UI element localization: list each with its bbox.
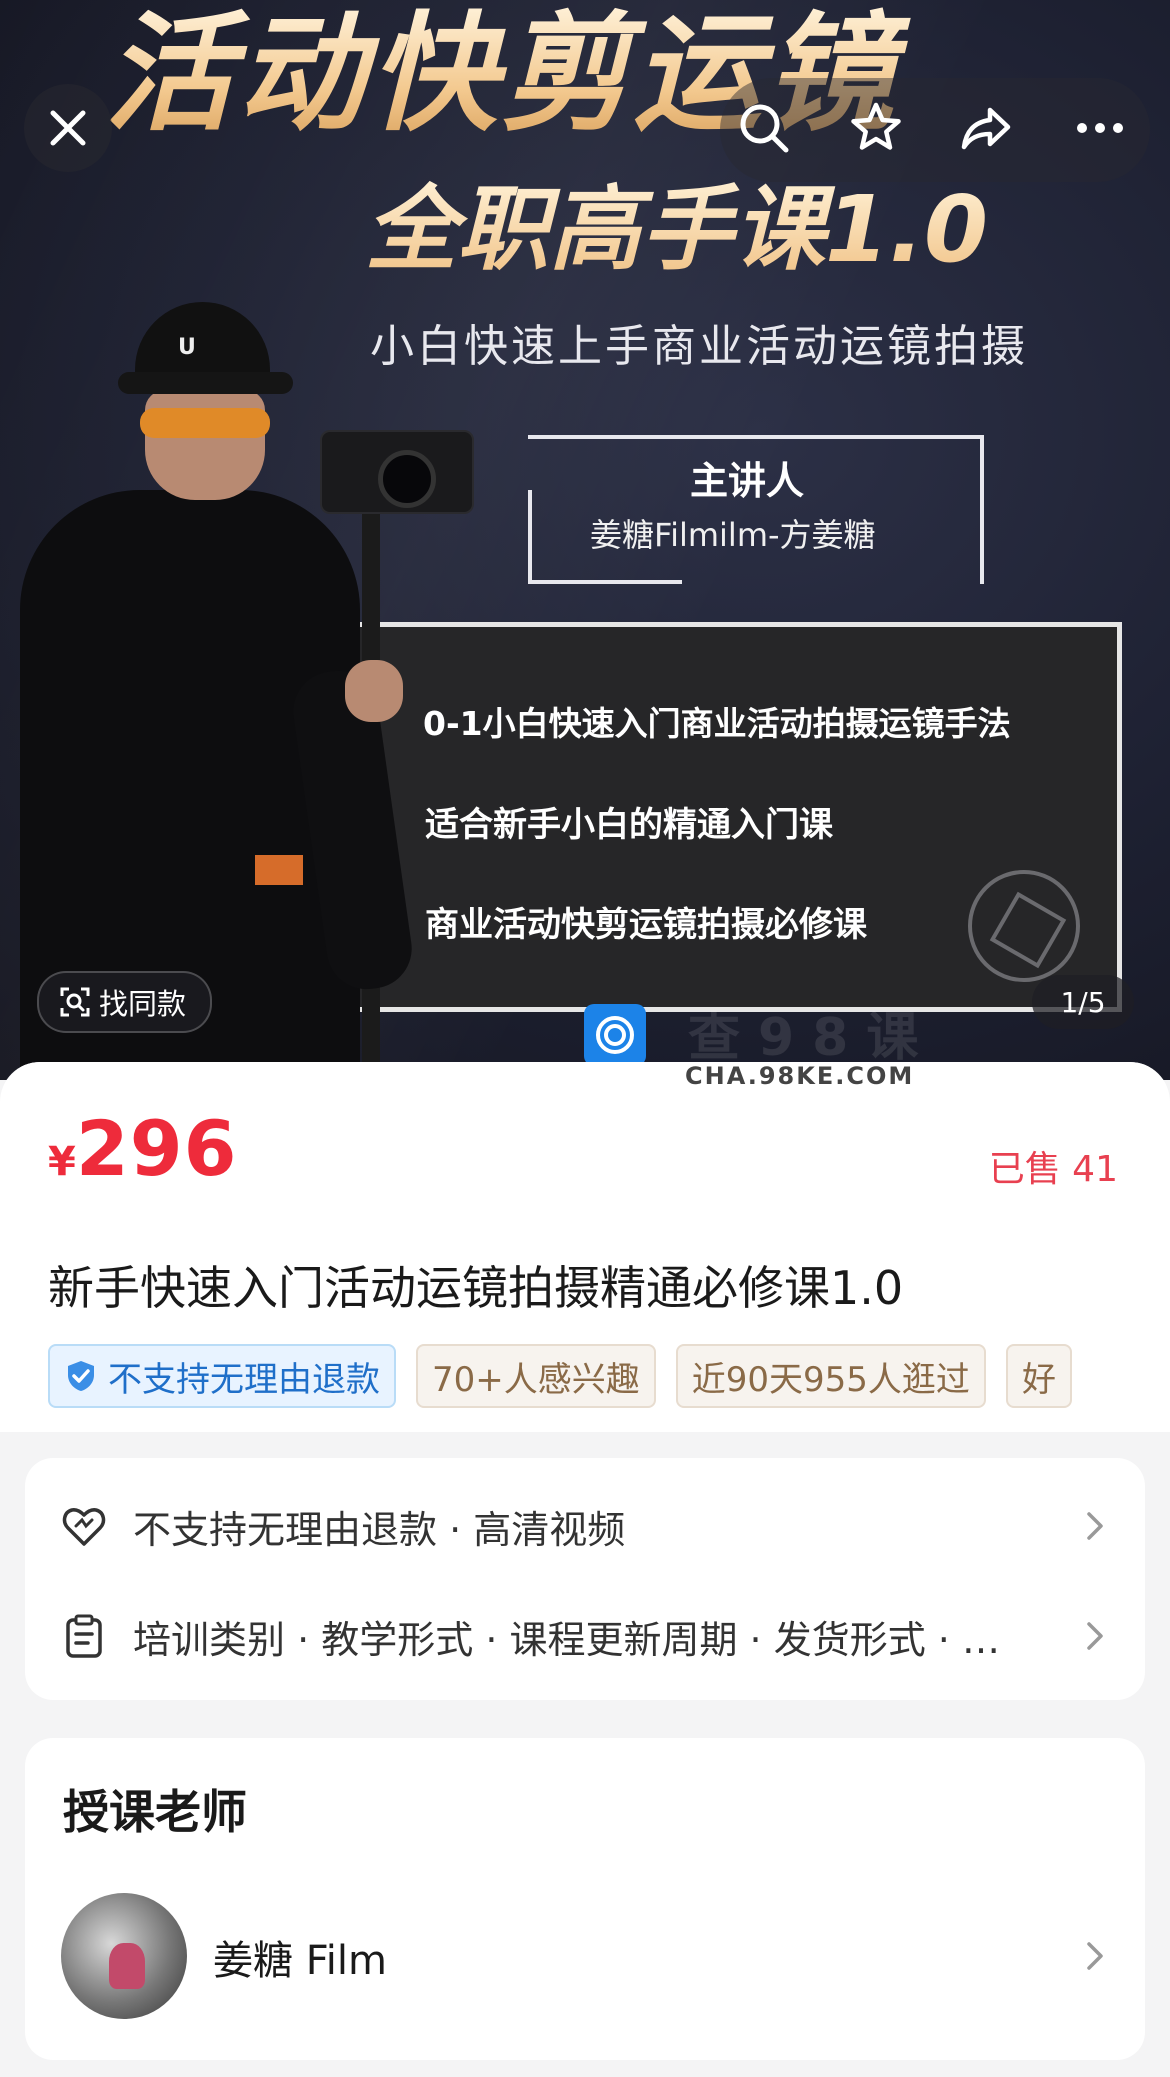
speaker-label: 主讲人	[690, 459, 805, 503]
share-icon[interactable]	[958, 100, 1014, 156]
price-value: 296	[75, 1104, 238, 1193]
tag-label: 不支持无理由退款	[108, 1359, 380, 1400]
shield-check-icon	[68, 1361, 94, 1391]
scan-icon	[60, 987, 90, 1017]
presenter-face	[145, 390, 265, 500]
camera-lens	[378, 450, 436, 508]
product-image-carousel[interactable]: 活动快剪运镜 全职高手课1.0 小白快速上手商业活动运镜拍摄 主讲人 姜糖Fil…	[0, 0, 1170, 1080]
find-similar-button[interactable]: 找同款	[37, 971, 213, 1033]
info-row-text: 培训类别 · 教学形式 · 课程更新周期 · 发货形式 · …	[133, 1617, 1000, 1662]
presenter-cap-brim	[118, 372, 293, 394]
tag-label: 好	[1021, 1359, 1056, 1400]
shirt-badge	[255, 855, 303, 885]
tag-row: 不支持无理由退款 70+人感兴趣 近90天955人逛过 好	[48, 1344, 1122, 1410]
heart-shield-icon	[62, 1508, 106, 1546]
chevron-right-icon	[1087, 1622, 1103, 1650]
info-row-text: 不支持无理由退款 · 高清视频	[133, 1507, 626, 1552]
teacher-name[interactable]: 姜糖 Film	[213, 1928, 387, 1986]
search-icon[interactable]	[736, 100, 792, 156]
close-button[interactable]	[24, 84, 112, 172]
poster-tagline: 小白快速上手商业活动运镜拍摄	[370, 321, 1028, 372]
cap-logo: U	[178, 335, 196, 360]
teacher-card: 授课老师 姜糖 Film	[25, 1738, 1145, 2060]
course-point: 适合新手小白的精通入门课	[425, 805, 833, 845]
course-point: 商业活动快剪运镜拍摄必修课	[425, 905, 867, 945]
clipboard-icon	[66, 1614, 102, 1658]
speaker-name: 姜糖Filmilm-方姜糖	[590, 516, 876, 554]
tag-interest: 70+人感兴趣	[416, 1344, 656, 1408]
chevron-right-icon	[1087, 1512, 1103, 1540]
presenter-glasses	[140, 408, 270, 438]
sold-count: 已售 41	[988, 1149, 1118, 1190]
star-icon[interactable]	[848, 100, 904, 156]
tag-more: 好	[1005, 1344, 1072, 1408]
watermark-cn: 查98课	[688, 1008, 937, 1068]
info-row-guarantee[interactable]: 不支持无理由退款 · 高清视频	[25, 1476, 1145, 1576]
find-similar-label: 找同款	[99, 987, 187, 1021]
teacher-avatar[interactable]	[61, 1893, 187, 2019]
price: ¥296	[48, 1104, 238, 1193]
info-card: 不支持无理由退款 · 高清视频 培训类别 · 教学形式 · 课程更新周期 · 发…	[25, 1458, 1145, 1700]
watermark-logo-icon	[584, 1004, 646, 1066]
tag-label: 近90天955人逛过	[691, 1359, 970, 1400]
product-detail-sheet: ¥296 已售 41 新手快速入门活动运镜拍摄精通必修课1.0 不支持无理由退款…	[0, 1062, 1170, 2077]
close-icon	[50, 110, 86, 146]
poster-subtitle: 全职高手课1.0	[365, 175, 1065, 285]
tag-label: 70+人感兴趣	[432, 1359, 640, 1400]
watermark-url: CHA.98KE.COM	[685, 1062, 915, 1090]
section-title: 授课老师	[63, 1785, 247, 1839]
image-pager: 1/5	[1032, 975, 1134, 1029]
presenter-hand	[345, 660, 403, 722]
info-row-specs[interactable]: 培训类别 · 教学形式 · 课程更新周期 · 发货形式 · …	[25, 1586, 1145, 1686]
more-icon[interactable]	[1072, 100, 1128, 156]
product-title: 新手快速入门活动运镜拍摄精通必修课1.0	[48, 1261, 904, 1315]
tag-refund-policy[interactable]: 不支持无理由退款	[48, 1344, 396, 1408]
tag-visits: 近90天955人逛过	[675, 1344, 986, 1408]
aperture-logo-icon	[968, 870, 1080, 982]
chevron-right-icon[interactable]	[1080, 1936, 1110, 1976]
price-currency: ¥	[48, 1139, 76, 1185]
price-panel: ¥296 已售 41 新手快速入门活动运镜拍摄精通必修课1.0 不支持无理由退款…	[0, 1062, 1170, 1432]
presenter-photo: U	[0, 290, 474, 1080]
course-point: 0-1小白快速入门商业活动拍摄运镜手法	[423, 704, 1011, 743]
